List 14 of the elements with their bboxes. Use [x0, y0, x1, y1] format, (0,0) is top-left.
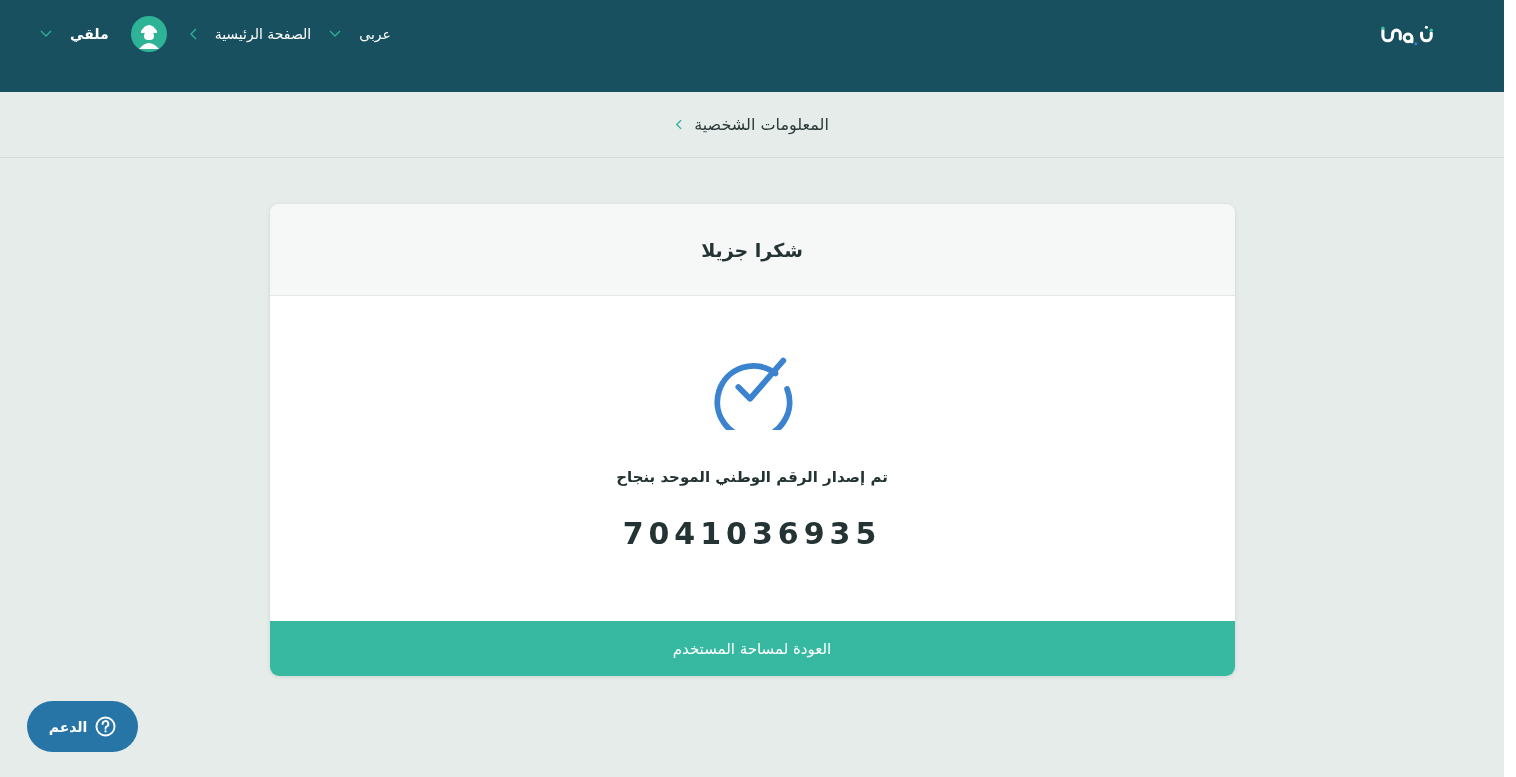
language-menu[interactable]: عربى [359, 26, 391, 42]
national-number: 7041036935 [622, 516, 882, 551]
breadcrumb-item: المعلومات الشخصية [694, 115, 829, 134]
help-icon [95, 716, 117, 737]
support-button[interactable]: الدعم [27, 701, 138, 752]
home-link[interactable]: الصفحة الرئيسية [214, 26, 312, 42]
user-name[interactable]: ملقي [70, 26, 109, 42]
chevron-down-icon [40, 30, 52, 38]
chevron-left-icon [188, 28, 197, 40]
avatar-icon[interactable] [130, 16, 167, 52]
card-title: شكرا جزيلا [701, 238, 803, 261]
chevron-left-icon [675, 119, 683, 130]
success-message: تم إصدار الرقم الوطني الموحد بنجاح [616, 468, 888, 486]
chevron-down-icon [329, 30, 342, 38]
